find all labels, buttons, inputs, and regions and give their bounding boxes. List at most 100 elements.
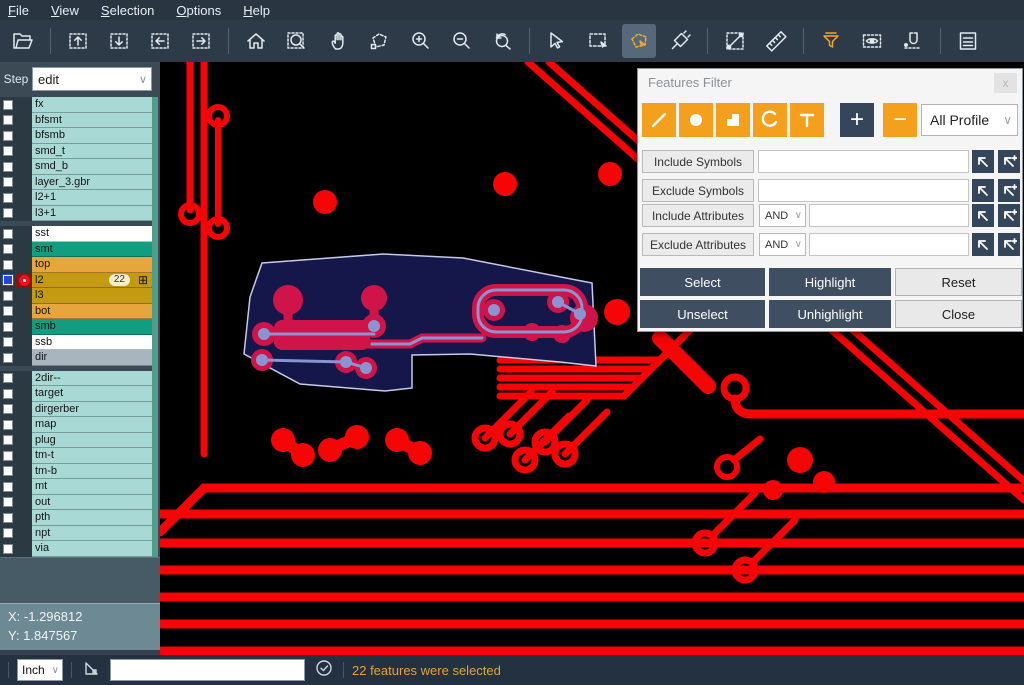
layer-active-indicator[interactable] [16,226,32,242]
layer-scrollbar[interactable] [152,97,158,557]
layer-active-indicator[interactable] [16,113,32,129]
exclude-symbols-input[interactable] [758,179,969,202]
close-icon[interactable]: x [994,73,1017,93]
layer-active-indicator[interactable] [16,433,32,449]
exclude-symbols-button[interactable]: Exclude Symbols [642,179,754,202]
layer-name-smb[interactable]: smb [32,319,152,335]
import-down-icon[interactable] [102,24,136,58]
layer-checkbox-fx[interactable] [3,100,13,110]
pick-from-canvas-button[interactable] [972,204,994,227]
layer-active-indicator[interactable] [16,242,32,258]
layer-name-dir[interactable]: dir [32,350,152,366]
layer-name-top[interactable]: top [32,257,152,273]
layer-checkbox-layer_3.gbr[interactable] [3,177,13,187]
open-folder-icon[interactable] [6,24,40,58]
layer-name-l3[interactable]: l3 [32,288,152,304]
exclude-attributes-input[interactable] [809,233,969,256]
import-left-icon[interactable] [143,24,177,58]
layer-active-indicator[interactable] [16,273,32,289]
layer-active-indicator[interactable] [16,144,32,160]
highlight-button[interactable]: Highlight [769,268,891,296]
layer-name-bfsmb[interactable]: bfsmb [32,128,152,144]
pick-from-canvas-button[interactable] [972,179,994,202]
pick-add-from-canvas-button[interactable] [998,204,1020,227]
layer-checkbox-pth[interactable] [3,513,13,523]
pick-add-from-canvas-button[interactable] [998,233,1020,256]
layer-checkbox-top[interactable] [3,260,13,270]
exclude-attributes-button[interactable]: Exclude Attributes [642,233,754,256]
layer-active-indicator[interactable] [16,128,32,144]
include-attributes-input[interactable] [809,204,969,227]
layer-name-smd_t[interactable]: smd_t [32,144,152,160]
layer-checkbox-smd_b[interactable] [3,162,13,172]
layer-active-indicator[interactable] [16,417,32,433]
layer-active-indicator[interactable] [16,206,32,222]
feature-report-icon[interactable] [951,24,985,58]
layer-active-indicator[interactable] [16,257,32,273]
layer-name-dirgerber[interactable]: dirgerber [32,402,152,418]
layer-checkbox-dir[interactable] [3,353,13,363]
import-up-icon[interactable] [61,24,95,58]
layer-active-indicator[interactable] [16,159,32,175]
unit-select[interactable]: Inch ∨ [17,659,63,681]
command-input[interactable] [110,659,305,681]
layer-name-fx[interactable]: fx [32,97,152,113]
layer-checkbox-l3[interactable] [3,291,13,301]
menu-selection[interactable]: Selection [101,3,154,18]
layer-active-indicator[interactable] [16,319,32,335]
layer-checkbox-mt[interactable] [3,482,13,492]
layer-checkbox-l2+1[interactable] [3,193,13,203]
measure-distance-icon[interactable] [718,24,752,58]
unhighlight-button[interactable]: Unhighlight [769,300,891,328]
operator-select[interactable]: AND∨ [759,233,806,256]
layer-checkbox-bfsmt[interactable] [3,115,13,125]
pan-hand-icon[interactable] [321,24,355,58]
layer-name-map[interactable]: map [32,417,152,433]
pick-add-from-canvas-button[interactable] [998,179,1020,202]
layer-name-pth[interactable]: pth [32,510,152,526]
ruler-icon[interactable] [759,24,793,58]
layer-name-ssb[interactable]: ssb [32,335,152,351]
pick-from-canvas-button[interactable] [972,233,994,256]
layer-active-indicator[interactable] [16,371,32,387]
remove-filter-button[interactable]: − [883,103,917,137]
reset-button[interactable]: Reset [895,268,1022,296]
layer-checkbox-tm-b[interactable] [3,466,13,476]
layer-name-out[interactable]: out [32,495,152,511]
close-button[interactable]: Close [895,300,1022,328]
layer-name-smt[interactable]: smt [32,242,152,258]
layer-name-bot[interactable]: bot [32,304,152,320]
snap-angle-icon[interactable] [80,657,102,684]
layer-name-via[interactable]: via [32,541,152,557]
zoom-out-icon[interactable] [444,24,478,58]
zoom-in-icon[interactable] [403,24,437,58]
select-button[interactable]: Select [640,268,765,296]
layer-checkbox-target[interactable] [3,389,13,399]
include-attributes-button[interactable]: Include Attributes [642,204,754,227]
layer-checkbox-sst[interactable] [3,229,13,239]
select-pointer-icon[interactable] [540,24,574,58]
layer-active-indicator[interactable] [16,386,32,402]
layer-name-l3+1[interactable]: l3+1 [32,206,152,222]
layer-active-indicator[interactable] [16,541,32,557]
pick-add-from-canvas-button[interactable] [998,150,1020,173]
menu-help[interactable]: Help [243,3,270,18]
layer-active-indicator[interactable] [16,510,32,526]
layer-active-indicator[interactable] [16,304,32,320]
menu-options[interactable]: Options [176,3,221,18]
apply-check-icon[interactable] [313,657,335,684]
polygon-select-icon[interactable] [622,24,656,58]
layer-active-indicator[interactable] [16,190,32,206]
layer-checkbox-l2[interactable] [3,275,13,285]
layer-name-layer_3.gbr[interactable]: layer_3.gbr [32,175,152,191]
line-filter-button[interactable] [642,103,676,137]
layer-checkbox-map[interactable] [3,420,13,430]
layer-name-plug[interactable]: plug [32,433,152,449]
view-options-eye-icon[interactable] [855,24,889,58]
layer-name-l2+1[interactable]: l2+1 [32,190,152,206]
pad-filter-button[interactable] [679,103,713,137]
layer-name-target[interactable]: target [32,386,152,402]
menu-view[interactable]: View [51,3,79,18]
layer-checkbox-ssb[interactable] [3,337,13,347]
layer-checkbox-npt[interactable] [3,528,13,538]
